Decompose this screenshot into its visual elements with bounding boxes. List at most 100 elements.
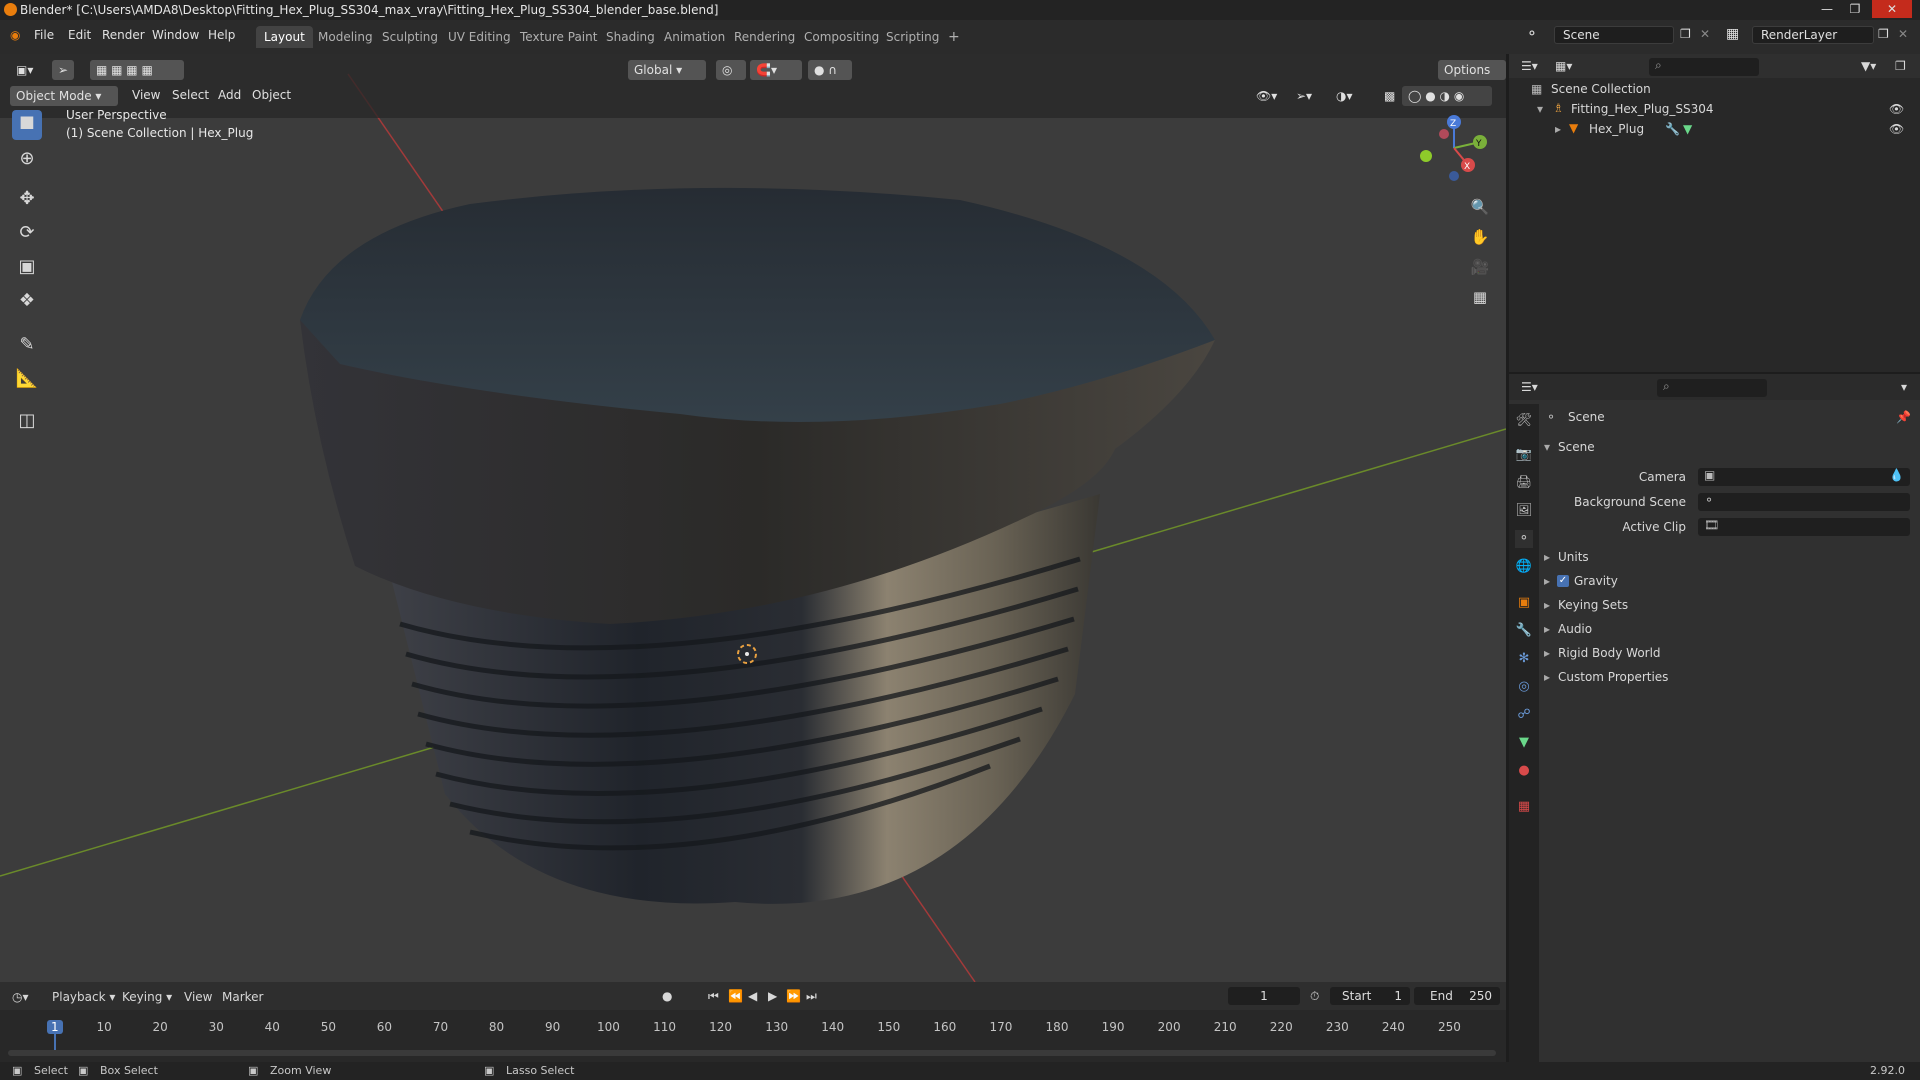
display-mode-icon[interactable]: ▦▾ — [1555, 59, 1572, 73]
rigid-body-expand-icon[interactable]: ▸ — [1544, 646, 1550, 660]
viewport-menu-select[interactable]: Select — [172, 88, 209, 102]
xray-icon[interactable]: ▩ — [1378, 86, 1398, 106]
properties-editor-icon[interactable]: ☰▾ — [1521, 380, 1538, 394]
scene-section-title[interactable]: Scene — [1558, 440, 1595, 454]
filter-icon[interactable]: ▼▾ — [1861, 59, 1876, 73]
material-tab-icon[interactable]: ● — [1515, 762, 1533, 780]
start-frame-field[interactable]: Start 1 — [1330, 987, 1410, 1005]
options-button[interactable]: Options ▾ — [1438, 60, 1506, 97]
tab-texture-paint[interactable]: Texture Paint — [512, 26, 605, 48]
pin-icon[interactable]: 📌 — [1896, 410, 1911, 424]
menu-render[interactable]: Render — [102, 28, 145, 42]
transform-orientation[interactable]: Global ▾ — [628, 60, 706, 80]
move-tool-icon[interactable]: ✥ — [12, 184, 42, 214]
timeline-menu-marker[interactable]: Marker — [222, 990, 263, 1004]
render-layer-selector[interactable]: RenderLayer — [1752, 26, 1874, 44]
snap-icon[interactable]: 🧲▾ — [750, 60, 802, 80]
tab-rendering[interactable]: Rendering — [726, 26, 803, 48]
tool-tab-icon[interactable]: 🛠 — [1515, 412, 1533, 430]
particles-tab-icon[interactable]: ✻ — [1515, 650, 1533, 668]
expand-collection-icon[interactable]: ▾ — [1537, 102, 1543, 116]
render-tab-icon[interactable]: 📷 — [1515, 446, 1533, 464]
collection-visibility-icon[interactable]: 👁 — [1889, 102, 1904, 116]
outliner-collection[interactable]: Fitting_Hex_Plug_SS304 — [1571, 102, 1714, 116]
current-frame-field[interactable]: 1 — [1228, 987, 1300, 1005]
tab-layout[interactable]: Layout — [256, 26, 313, 48]
viewport-menu-object[interactable]: Object — [252, 88, 291, 102]
zoom-icon[interactable]: 🔍 — [1466, 192, 1494, 220]
timeline-editor-icon[interactable]: ◷▾ — [12, 990, 29, 1004]
annotate-tool-icon[interactable]: ✎ — [12, 330, 42, 360]
tab-compositing[interactable]: Compositing — [796, 26, 887, 48]
constraints-tab-icon[interactable]: ☍ — [1515, 706, 1533, 724]
data-tab-icon[interactable]: ▼ — [1515, 734, 1533, 752]
gravity-checkbox[interactable]: ✓ — [1557, 575, 1569, 587]
expand-object-icon[interactable]: ▸ — [1555, 122, 1561, 136]
jump-keyframe-back-icon[interactable]: ⏪ — [728, 989, 743, 1003]
view-layer-icon[interactable]: ▦ — [1726, 26, 1739, 42]
jump-end-icon[interactable]: ⏭ — [806, 989, 817, 1004]
remove-layer-icon[interactable]: ✕ — [1898, 27, 1908, 41]
texture-tab-icon[interactable]: ▦ — [1515, 798, 1533, 816]
outliner-editor-icon[interactable]: ☰▾ — [1521, 59, 1538, 73]
modifier-tab-icon[interactable]: 🔧 — [1515, 622, 1533, 640]
play-icon[interactable]: ▶ — [768, 989, 777, 1003]
panel-keying-sets[interactable]: Keying Sets — [1558, 598, 1628, 612]
selection-mode-icons[interactable]: ▦ ▦ ▦ ▦ — [90, 60, 184, 80]
end-frame-field[interactable]: End 250 — [1414, 987, 1500, 1005]
gizmo-icon[interactable]: ➢▾ — [1290, 86, 1326, 106]
menu-file[interactable]: File — [34, 28, 54, 42]
scene-section-expand-icon[interactable]: ▾ — [1544, 440, 1550, 454]
active-clip-field[interactable]: 🎞 — [1698, 518, 1910, 536]
tab-uv-editing[interactable]: UV Editing — [440, 26, 519, 48]
keying-sets-expand-icon[interactable]: ▸ — [1544, 598, 1550, 612]
panel-audio[interactable]: Audio — [1558, 622, 1592, 636]
navigation-gizmo[interactable]: Z Y X — [1410, 110, 1490, 188]
timeline-scrollbar[interactable] — [8, 1050, 1496, 1056]
tab-animation[interactable]: Animation — [656, 26, 733, 48]
tab-shading[interactable]: Shading — [598, 26, 663, 48]
camera-view-icon[interactable]: 🎥 — [1466, 252, 1494, 280]
outliner-root[interactable]: Scene Collection — [1551, 82, 1651, 96]
menu-window[interactable]: Window — [152, 28, 199, 42]
panel-rigid-body-world[interactable]: Rigid Body World — [1558, 646, 1661, 660]
audio-expand-icon[interactable]: ▸ — [1544, 622, 1550, 636]
select-tool-icon[interactable]: ➢ — [52, 60, 74, 80]
background-scene-field[interactable]: ⚬ — [1698, 493, 1910, 511]
physics-tab-icon[interactable]: ◎ — [1515, 678, 1533, 696]
viewport-menu-view[interactable]: View — [132, 88, 160, 102]
record-icon[interactable]: ● — [662, 989, 672, 1003]
visibility-icon[interactable]: 👁▾ — [1250, 86, 1286, 106]
play-reverse-icon[interactable]: ◀ — [748, 989, 757, 1003]
minimize-icon[interactable]: — — [1814, 0, 1840, 18]
pan-hand-icon[interactable]: ✋ — [1466, 222, 1494, 250]
remove-scene-icon[interactable]: ✕ — [1700, 27, 1710, 41]
tab-scripting[interactable]: Scripting — [878, 26, 947, 48]
blender-menu-icon[interactable]: ◉ — [10, 28, 20, 42]
pivot-icon[interactable]: ◎ — [716, 60, 746, 80]
properties-search-field[interactable]: ⌕ — [1657, 379, 1767, 397]
scene-icon[interactable]: ⚬ — [1526, 26, 1538, 42]
world-tab-icon[interactable]: 🌐 — [1515, 558, 1533, 576]
object-visibility-icon[interactable]: 👁 — [1889, 122, 1904, 136]
timeline-menu-view[interactable]: View — [184, 990, 212, 1004]
tab-sculpting[interactable]: Sculpting — [374, 26, 446, 48]
stopwatch-icon[interactable]: ⏱ — [1310, 989, 1319, 1004]
new-scene-icon[interactable]: ❐ — [1680, 27, 1691, 41]
3d-viewport[interactable] — [0, 54, 1506, 982]
scene-selector[interactable]: Scene — [1554, 26, 1674, 44]
properties-options-icon[interactable]: ▾ — [1901, 380, 1907, 394]
rotate-tool-icon[interactable]: ⟳ — [12, 218, 42, 248]
jump-keyframe-forward-icon[interactable]: ⏩ — [786, 989, 801, 1003]
new-layer-icon[interactable]: ❐ — [1878, 27, 1889, 41]
cursor-tool-icon[interactable]: ⊕ — [12, 144, 42, 174]
overlays-icon[interactable]: ◑▾ — [1330, 86, 1370, 106]
menu-edit[interactable]: Edit — [68, 28, 91, 42]
eyedropper-icon[interactable]: 💧 — [1889, 468, 1910, 482]
custom-props-expand-icon[interactable]: ▸ — [1544, 670, 1550, 684]
proportional-edit-icon[interactable]: ● ∩ — [808, 60, 852, 80]
timeline-menu-keying[interactable]: Keying ▾ — [122, 990, 172, 1004]
gravity-expand-icon[interactable]: ▸ — [1544, 574, 1550, 588]
menu-help[interactable]: Help — [208, 28, 235, 42]
add-cube-tool-icon[interactable]: ◫ — [12, 406, 42, 436]
